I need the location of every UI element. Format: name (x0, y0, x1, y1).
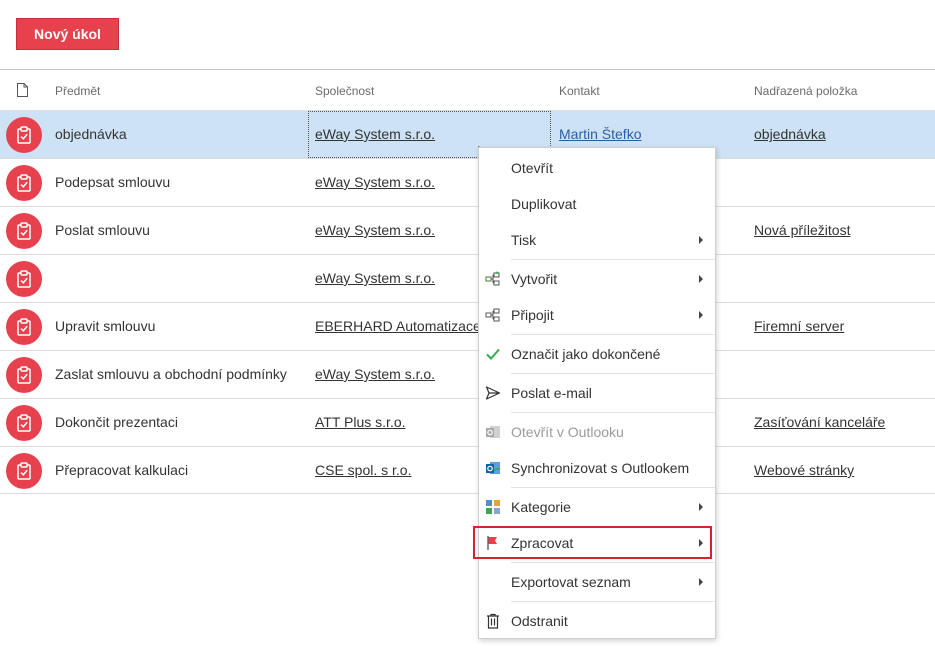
cell-subject: Upravit smlouvu (55, 318, 156, 334)
trash-icon (487, 613, 499, 629)
cell-company-link[interactable]: EBERHARD Automatizace s (315, 318, 492, 334)
category-icon (486, 500, 500, 514)
menu-item-send-email[interactable]: Poslat e-mail (479, 375, 715, 411)
menu-separator (511, 487, 715, 488)
menu-item-label: Připojit (511, 307, 554, 323)
menu-item-open[interactable]: Otevřít (479, 150, 715, 186)
cell-subject: Zaslat smlouvu a obchodní podmínky (55, 366, 287, 382)
clipboard-task-icon (6, 117, 42, 153)
cell-company-link[interactable]: eWay System s.r.o. (315, 366, 435, 382)
clipboard-task-icon (6, 261, 42, 297)
create-icon (485, 271, 500, 286)
menu-separator (511, 373, 715, 374)
menu-item-label: Poslat e-mail (511, 385, 592, 401)
cell-subject: objednávka (55, 126, 127, 142)
column-header-contact[interactable]: Kontakt (559, 84, 600, 98)
menu-item-label: Exportovat seznam (511, 574, 631, 590)
task-grid: Předmět Společnost Kontakt Nadřazená pol… (0, 69, 935, 494)
table-row[interactable]: Zaslat smlouvu a obchodní podmínky eWay … (0, 350, 935, 398)
send-icon (485, 386, 501, 400)
attach-icon (485, 308, 500, 322)
submenu-arrow-icon (699, 275, 703, 283)
clipboard-task-icon (6, 165, 42, 201)
menu-item-print[interactable]: Tisk (479, 222, 715, 258)
checkmark-icon (486, 348, 500, 360)
table-row[interactable]: Upravit smlouvu EBERHARD Automatizace s … (0, 302, 935, 350)
cell-subject: Podepsat smlouvu (55, 174, 171, 190)
menu-item-label: Synchronizovat s Outlookem (511, 460, 690, 476)
clipboard-task-icon (6, 309, 42, 345)
column-header-company[interactable]: Společnost (315, 84, 374, 98)
cell-parent-link[interactable]: Nová příležitost (754, 222, 850, 238)
clipboard-task-icon (6, 213, 42, 249)
menu-separator (511, 601, 715, 602)
column-header-parent[interactable]: Nadřazená položka (754, 84, 857, 98)
cell-parent-link[interactable]: Firemní server (754, 318, 844, 334)
cell-contact-link[interactable]: Martin Štefko (559, 126, 641, 142)
cell-parent-link[interactable]: Zasíťování kanceláře (754, 414, 885, 430)
menu-item-export-list[interactable]: Exportovat seznam (479, 564, 715, 600)
menu-item-sync-outlook[interactable]: Synchronizovat s Outlookem (479, 450, 715, 486)
menu-separator (511, 334, 715, 335)
menu-item-duplicate[interactable]: Duplikovat (479, 186, 715, 222)
menu-item-label: Kategorie (511, 499, 571, 515)
cell-company-link[interactable]: CSE spol. s r.o. (315, 462, 411, 478)
context-menu: Otevřít Duplikovat Tisk Vytvořit Připoji… (478, 147, 716, 639)
cell-subject: Dokončit prezentaci (55, 414, 178, 430)
submenu-arrow-icon (699, 578, 703, 586)
menu-item-label: Duplikovat (511, 196, 577, 212)
menu-item-label: Odstranit (511, 613, 568, 629)
menu-item-category[interactable]: Kategorie (479, 489, 715, 525)
cell-parent-link[interactable]: Webové stránky (754, 462, 854, 478)
submenu-arrow-icon (699, 236, 703, 244)
menu-item-delete[interactable]: Odstranit (479, 603, 715, 639)
menu-item-label: Otevřít v Outlooku (511, 424, 624, 440)
menu-item-create[interactable]: Vytvořit (479, 261, 715, 297)
clipboard-task-icon (6, 357, 42, 393)
menu-separator (511, 259, 715, 260)
clipboard-task-icon (6, 453, 42, 489)
menu-item-label: Otevřít (511, 160, 554, 176)
table-row[interactable]: Poslat smlouvu eWay System s.r.o. Nová p… (0, 206, 935, 254)
document-icon (17, 83, 28, 97)
cell-subject: Poslat smlouvu (55, 222, 150, 238)
table-row[interactable]: eWay System s.r.o. (0, 254, 935, 302)
menu-separator (511, 562, 715, 563)
outlook-sync-icon (486, 462, 501, 474)
submenu-arrow-icon (699, 503, 703, 511)
table-row[interactable]: Přepracovat kalkulaci CSE spol. s r.o. W… (0, 446, 935, 494)
cell-company-link[interactable]: eWay System s.r.o. (315, 270, 435, 286)
cell-subject: Přepracovat kalkulaci (55, 462, 189, 478)
menu-item-open-outlook[interactable]: Otevřít v Outlooku (479, 414, 715, 450)
cell-company-link[interactable]: eWay System s.r.o. (315, 126, 435, 142)
menu-item-mark-done[interactable]: Označit jako dokončené (479, 336, 715, 372)
menu-item-label: Označit jako dokončené (511, 346, 661, 362)
cell-company-link[interactable]: eWay System s.r.o. (315, 222, 435, 238)
menu-item-label: Vytvořit (511, 271, 558, 287)
column-header-subject[interactable]: Předmět (55, 84, 100, 98)
highlight-annotation (473, 526, 712, 559)
table-row[interactable]: Dokončit prezentaci ATT Plus s.r.o. Zasí… (0, 398, 935, 446)
clipboard-task-icon (6, 405, 42, 441)
new-task-button[interactable]: Nový úkol (16, 18, 119, 50)
table-row[interactable]: objednávka eWay System s.r.o. Martin Šte… (0, 110, 935, 158)
cell-parent-link[interactable]: objednávka (754, 126, 826, 142)
cell-company-link[interactable]: ATT Plus s.r.o. (315, 414, 406, 430)
menu-separator (511, 412, 715, 413)
outlook-open-icon (486, 426, 500, 438)
table-row[interactable]: Podepsat smlouvu eWay System s.r.o. (0, 158, 935, 206)
cell-company-link[interactable]: eWay System s.r.o. (315, 174, 435, 190)
submenu-arrow-icon (699, 311, 703, 319)
grid-header: Předmět Společnost Kontakt Nadřazená pol… (0, 69, 935, 110)
grid-body: objednávka eWay System s.r.o. Martin Šte… (0, 110, 935, 494)
menu-item-label: Tisk (511, 232, 537, 248)
menu-item-attach[interactable]: Připojit (479, 297, 715, 333)
